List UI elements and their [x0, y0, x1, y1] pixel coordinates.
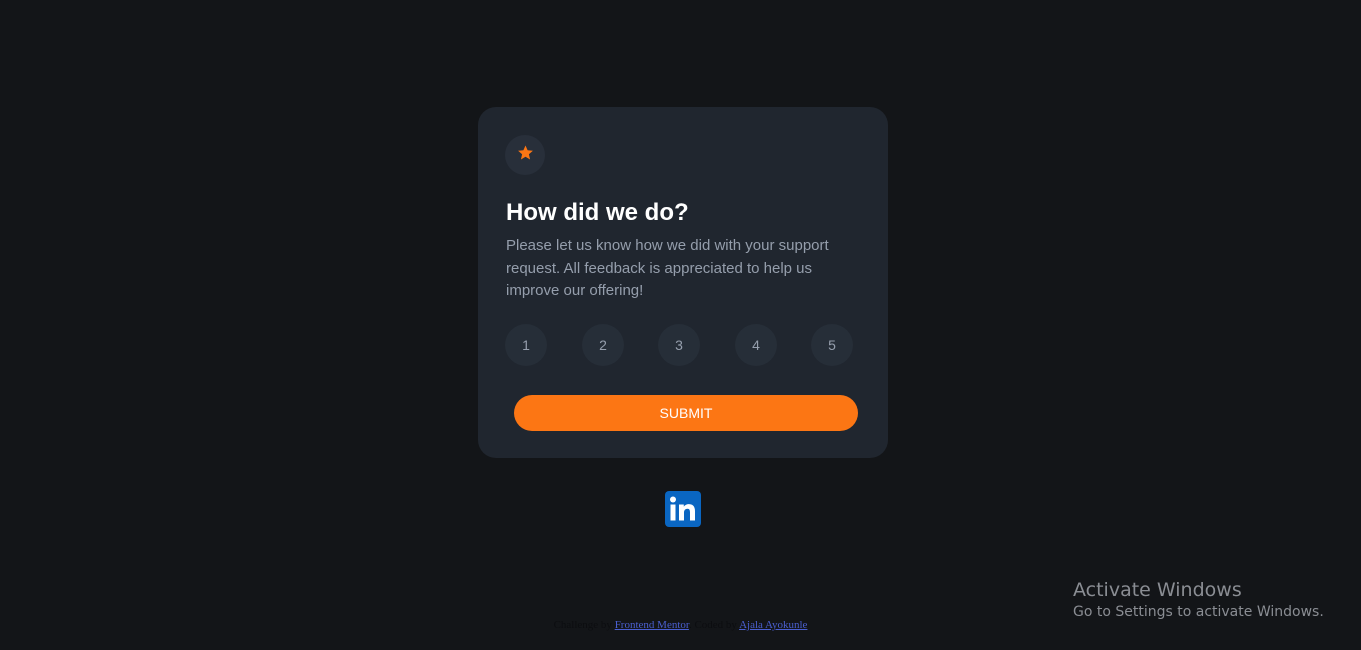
- frontend-mentor-link[interactable]: Frontend Mentor: [615, 619, 689, 631]
- rating-option-5[interactable]: 5: [811, 324, 853, 366]
- activate-windows-watermark: Activate Windows Go to Settings to activ…: [1073, 578, 1324, 622]
- submit-button[interactable]: SUBMIT: [514, 395, 858, 431]
- watermark-title: Activate Windows: [1073, 579, 1242, 601]
- attribution-coded-prefix: . Coded by: [688, 619, 737, 631]
- rating-option-1[interactable]: 1: [505, 324, 547, 366]
- rating-option-4[interactable]: 4: [735, 324, 777, 366]
- rating-option-3[interactable]: 3: [658, 324, 700, 366]
- linkedin-icon: [665, 491, 701, 531]
- rating-options: 1 2 3 4 5: [505, 324, 854, 366]
- card-title: How did we do?: [506, 199, 689, 226]
- watermark-subtitle: Go to Settings to activate Windows.: [1073, 604, 1324, 620]
- rating-card: How did we do? Please let us know how we…: [478, 107, 888, 458]
- author-link[interactable]: Ajala Ayokunle: [739, 619, 807, 631]
- star-icon: [517, 145, 534, 166]
- linkedin-link[interactable]: [665, 491, 701, 527]
- rating-option-2[interactable]: 2: [582, 324, 624, 366]
- page: How did we do? Please let us know how we…: [0, 0, 1361, 650]
- card-description: Please let us know how we did with your …: [506, 237, 829, 299]
- attribution-challenge-prefix: Challenge by: [553, 619, 612, 631]
- star-badge: [505, 135, 545, 175]
